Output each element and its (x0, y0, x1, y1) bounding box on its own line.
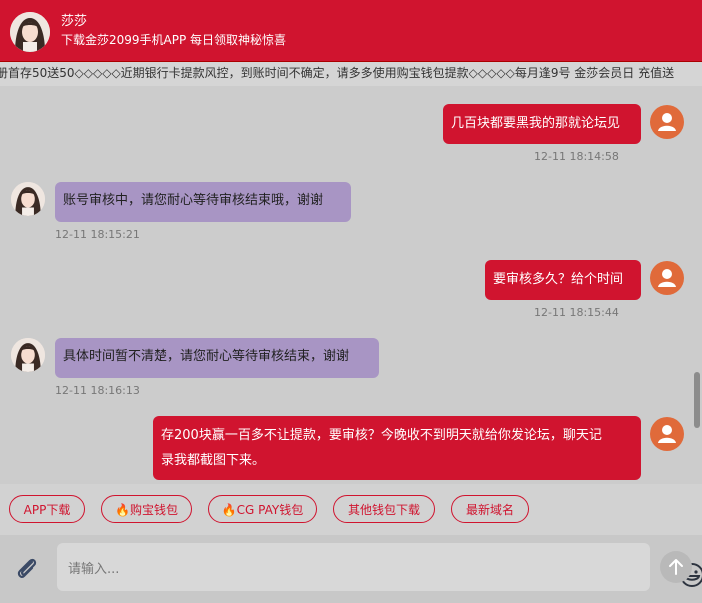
input-placeholder: 请输入... (68, 562, 120, 577)
app-download-button[interactable]: APP下载 (9, 495, 85, 523)
quick-reply-bar: APP下载 🔥购宝钱包 🔥CG PAY钱包 其他钱包下载 最新域名 (0, 484, 702, 535)
user-avatar (650, 261, 684, 295)
message-text-line-2: 录我都截图下来。 (161, 453, 266, 468)
goubao-wallet-button[interactable]: 🔥购宝钱包 (101, 495, 192, 523)
user-message: 要审核多久？给个时间 (485, 260, 641, 300)
message-text: 账号审核中，请您耐心等待审核结束哦，谢谢 (63, 193, 324, 208)
other-wallet-download-button[interactable]: 其他钱包下载 (333, 495, 435, 523)
attachment-icon[interactable] (13, 554, 41, 582)
latest-domain-button[interactable]: 最新域名 (451, 495, 529, 523)
message-text: 具体时间暂不清楚，请您耐心等待审核结束，谢谢 (63, 349, 350, 364)
agent-message: 账号审核中，请您耐心等待审核结束哦，谢谢 (55, 182, 351, 222)
chat-scrollbar[interactable] (694, 372, 700, 428)
cg-pay-wallet-button[interactable]: 🔥CG PAY钱包 (208, 495, 317, 523)
agent-avatar (11, 338, 45, 372)
user-message: 存200块赢一百多不让提款，要审核？今晚收不到明天就给你发论坛，聊天记 录我都截… (153, 416, 641, 480)
marquee-text: 册首存50送50◇◇◇◇◇近期银行卡提款风控，到账时间不确定，请多多使用购宝钱包… (0, 66, 675, 80)
agent-message: 具体时间暂不清楚，请您耐心等待审核结束，谢谢 (55, 338, 379, 378)
message-text: 几百块都要黑我的那就论坛见 (451, 116, 621, 131)
user-avatar (650, 105, 684, 139)
message-time: 12-11 18:14:58 (534, 150, 619, 163)
user-message: 几百块都要黑我的那就论坛见 (443, 104, 641, 144)
message-text: 要审核多久？给个时间 (493, 272, 624, 287)
message-time: 12-11 18:15:44 (534, 306, 619, 319)
message-time: 12-11 18:15:21 (55, 228, 140, 241)
agent-avatar (11, 182, 45, 216)
message-time: 12-11 18:16:13 (55, 384, 140, 397)
send-button[interactable] (660, 551, 692, 583)
header-subtitle: 下载金莎2099手机APP 每日领取神秘惊喜 (61, 33, 287, 47)
user-avatar (650, 417, 684, 451)
agent-avatar (10, 12, 50, 52)
message-input[interactable]: 请输入... (57, 543, 702, 591)
message-text-line-1: 存200块赢一百多不让提款，要审核？今晚收不到明天就给你发论坛，聊天记 (161, 428, 602, 443)
chat-header: 莎莎 下载金莎2099手机APP 每日领取神秘惊喜 (0, 0, 702, 62)
chat-messages[interactable]: 几百块都要黑我的那就论坛见 12-11 18:14:58 账号审核中，请您耐心等… (0, 86, 702, 484)
arrow-up-icon (669, 559, 683, 575)
agent-name: 莎莎 (61, 14, 88, 29)
input-bar: 请输入... (0, 535, 702, 603)
announcement-marquee: 册首存50送50◇◇◇◇◇近期银行卡提款风控，到账时间不确定，请多多使用购宝钱包… (0, 62, 702, 87)
